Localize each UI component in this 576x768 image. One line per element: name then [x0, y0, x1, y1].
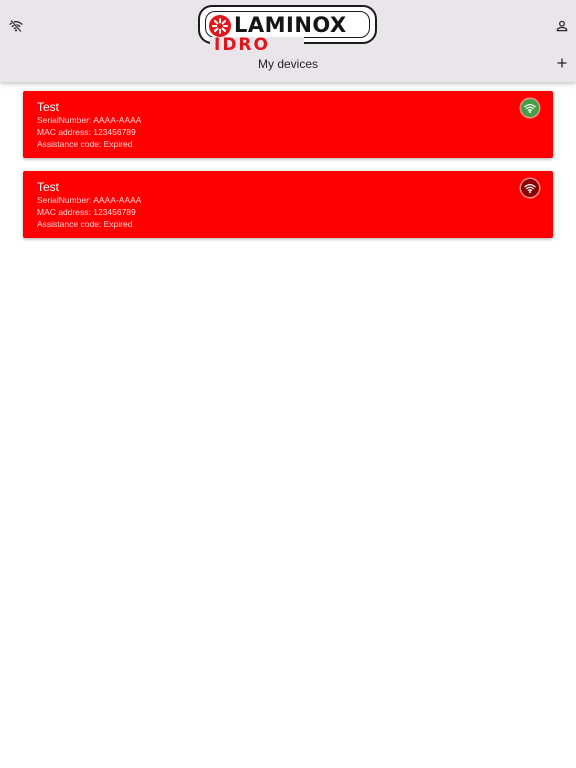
device-card[interactable]: Test SerialNumber: AAAA-AAAA MAC address… [23, 91, 553, 158]
wifi-off-button[interactable] [4, 14, 28, 38]
wifi-offline-icon [521, 179, 539, 197]
logo-brand-text: LAMINOX [234, 13, 347, 37]
device-serial: SerialNumber: AAAA-AAAA [37, 195, 142, 205]
page-title: My devices [257, 57, 319, 71]
app-root: LAMINOX IDRO My devices Test SerialNumbe… [0, 0, 576, 768]
device-serial: SerialNumber: AAAA-AAAA [37, 115, 142, 125]
account-button[interactable] [550, 14, 574, 38]
account-icon [556, 20, 568, 32]
logo-emblem-icon [209, 15, 231, 37]
device-name: Test [37, 180, 60, 194]
device-mac: MAC address: 123456789 [37, 207, 136, 217]
device-name: Test [37, 100, 60, 114]
device-mac: MAC address: 123456789 [37, 127, 136, 137]
device-card[interactable]: Test SerialNumber: AAAA-AAAA MAC address… [23, 171, 553, 238]
app-header: LAMINOX IDRO My devices [0, 0, 576, 82]
laminox-idro-logo: LAMINOX IDRO [198, 5, 379, 55]
device-assistance-code: Assistance code: Expired [37, 219, 133, 229]
add-icon [557, 58, 567, 68]
wifi-off-icon [9, 19, 23, 33]
logo-sub-text: IDRO [214, 35, 270, 55]
add-device-button[interactable] [550, 51, 574, 75]
device-assistance-code: Assistance code: Expired [37, 139, 133, 149]
wifi-online-icon [521, 99, 539, 117]
